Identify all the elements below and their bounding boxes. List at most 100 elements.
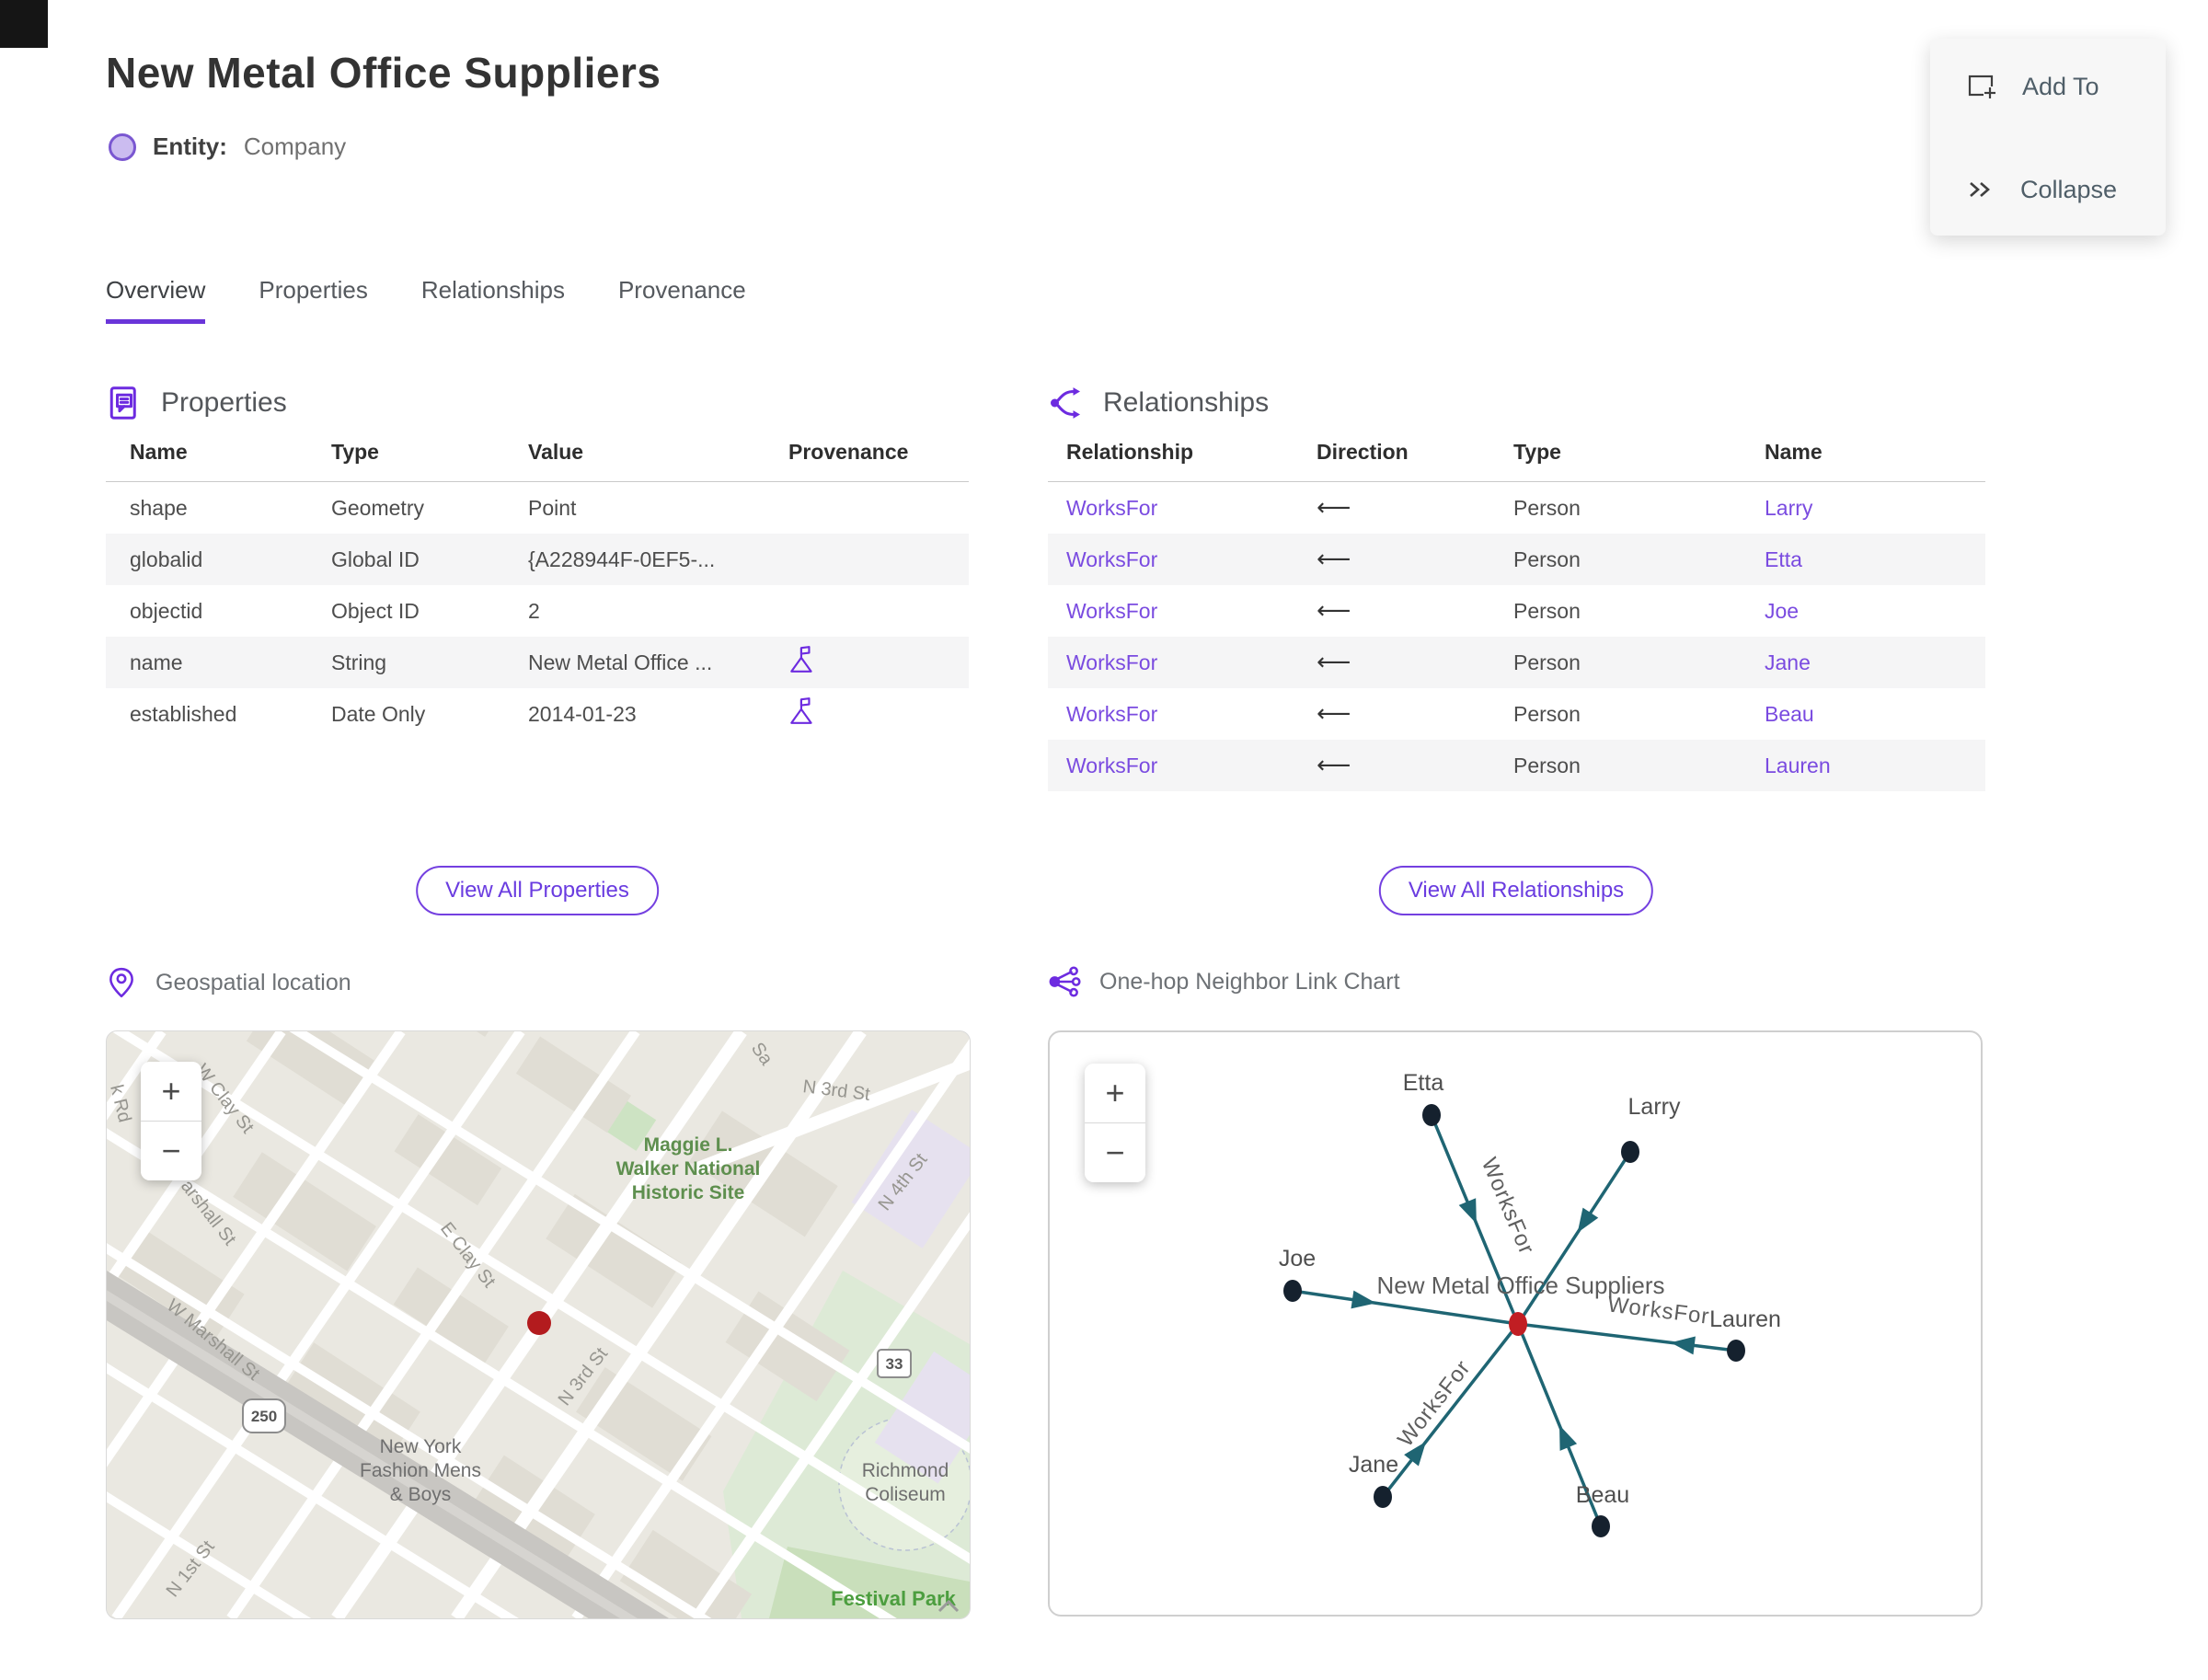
relationships-table: Relationship Direction Type Name WorksFo…: [1048, 440, 1985, 791]
svg-text:Fashion Mens: Fashion Mens: [360, 1460, 481, 1481]
link-chart-icon: [1049, 966, 1081, 997]
relationship-name-link[interactable]: Etta: [1765, 547, 1802, 571]
map-zoom-in-button[interactable]: +: [141, 1062, 201, 1121]
tab-overview[interactable]: Overview: [106, 276, 206, 324]
map-festival-park-label: Festival Park: [831, 1587, 957, 1610]
collapse-button[interactable]: Collapse: [1930, 175, 2166, 204]
relationship-entity-type: Person: [1513, 701, 1581, 726]
relationship-row: WorksFor ⟵ Person Joe: [1048, 585, 1985, 637]
provenance-flag-icon[interactable]: [788, 696, 816, 726]
svg-text:250: 250: [251, 1408, 277, 1425]
svg-text:New York: New York: [380, 1436, 462, 1457]
node-Larry[interactable]: [1621, 1141, 1639, 1163]
chart-zoom-in-button[interactable]: +: [1085, 1064, 1145, 1122]
center-node-label: New Metal Office Suppliers: [1376, 1272, 1664, 1299]
node-Jane[interactable]: [1374, 1486, 1392, 1508]
map-location-marker[interactable]: [527, 1311, 551, 1335]
node-label-Etta: Etta: [1403, 1070, 1444, 1096]
properties-table: Name Type Value Provenance shape Geometry…: [106, 440, 969, 740]
relationship-row: WorksFor ⟵ Person Lauren: [1048, 740, 1985, 791]
node-Joe[interactable]: [1283, 1280, 1302, 1302]
property-value: Point: [528, 495, 577, 520]
svg-text:Walker National: Walker National: [616, 1158, 761, 1179]
node-label-Jane: Jane: [1349, 1452, 1398, 1478]
relationship-type-link[interactable]: WorksFor: [1066, 599, 1157, 623]
node-label-Joe: Joe: [1279, 1246, 1316, 1272]
relationship-entity-type: Person: [1513, 598, 1581, 623]
property-name: globalid: [130, 547, 203, 571]
link-chart-canvas: WorksForWorksForWorksForEttaLarryJoeLaur…: [1279, 1070, 1781, 1537]
edge-arrowhead-icon: [1458, 1198, 1477, 1225]
center-node[interactable]: [1509, 1312, 1527, 1336]
provenance-flag-icon[interactable]: [788, 645, 816, 674]
property-name: shape: [130, 495, 188, 520]
view-all-properties-button[interactable]: View All Properties: [416, 866, 659, 915]
property-value: 2: [528, 598, 540, 623]
node-Etta[interactable]: [1422, 1104, 1441, 1126]
svg-text:& Boys: & Boys: [390, 1484, 452, 1505]
relationship-name-link[interactable]: Joe: [1765, 599, 1799, 623]
tab-provenance[interactable]: Provenance: [618, 276, 746, 324]
link-chart[interactable]: WorksFor WorksFor WorksFor Etta Larry Joe Laur…: [1048, 1030, 1983, 1617]
direction-arrow-icon: ⟵: [1317, 700, 1351, 728]
entity-badge: Entity: Company: [109, 132, 346, 161]
tab-properties[interactable]: Properties: [259, 276, 368, 324]
direction-arrow-icon: ⟵: [1317, 546, 1351, 573]
properties-section-header: Properties: [106, 385, 287, 421]
map-shield-33: 33: [877, 1349, 912, 1378]
relationships-section-header: Relationships: [1048, 385, 1269, 421]
node-Lauren[interactable]: [1727, 1340, 1745, 1362]
properties-col-name: Name: [106, 440, 307, 482]
property-type: Object ID: [331, 598, 420, 623]
property-value: New Metal Office ...: [528, 650, 713, 674]
view-all-relationships-button[interactable]: View All Relationships: [1378, 866, 1654, 915]
property-provenance: [765, 534, 969, 585]
relationship-name-link[interactable]: Lauren: [1765, 754, 1831, 777]
chart-zoom-control: + −: [1085, 1064, 1145, 1182]
add-to-button[interactable]: Add To: [1930, 70, 2166, 103]
chart-zoom-out-button[interactable]: −: [1085, 1123, 1145, 1182]
edge-Jane[interactable]: [1381, 1322, 1520, 1499]
geospatial-header: Geospatial location: [106, 966, 351, 999]
relationship-type-link[interactable]: WorksFor: [1066, 496, 1157, 520]
relationship-name-link[interactable]: Jane: [1765, 650, 1811, 674]
properties-col-provenance: Provenance: [765, 440, 969, 482]
relationship-entity-type: Person: [1513, 753, 1581, 777]
property-row: established Date Only 2014-01-23: [106, 688, 969, 740]
map-canvas: k Rd W Clay St Sa N 3rd St N 4th St arsh…: [107, 1031, 970, 1618]
edge-arrowhead-icon: [1559, 1425, 1578, 1451]
relationship-row: WorksFor ⟵ Person Larry: [1048, 482, 1985, 535]
edge-arrowhead-icon: [1577, 1207, 1599, 1233]
property-type: Date Only: [331, 701, 426, 726]
map-pin-icon: [109, 967, 133, 998]
map-zoom-out-button[interactable]: −: [141, 1122, 201, 1180]
properties-col-type: Type: [307, 440, 504, 482]
property-provenance: [765, 585, 969, 637]
map[interactable]: k Rd W Clay St Sa N 3rd St N 4th St arsh…: [106, 1030, 971, 1619]
relationship-name-link[interactable]: Beau: [1765, 702, 1814, 726]
tab-relationships[interactable]: Relationships: [421, 276, 565, 324]
svg-text:Maggie L.: Maggie L.: [644, 1134, 733, 1156]
relationships-icon: [1051, 387, 1080, 419]
svg-text:Richmond: Richmond: [862, 1460, 949, 1481]
node-label-Lauren: Lauren: [1709, 1306, 1781, 1332]
direction-arrow-icon: ⟵: [1317, 649, 1351, 676]
relationship-type-link[interactable]: WorksFor: [1066, 547, 1157, 571]
svg-text:33: 33: [886, 1355, 903, 1373]
relationship-row: WorksFor ⟵ Person Etta: [1048, 534, 1985, 585]
relationship-type-link[interactable]: WorksFor: [1066, 754, 1157, 777]
relationship-type-link[interactable]: WorksFor: [1066, 650, 1157, 674]
linkchart-header: One-hop Neighbor Link Chart: [1048, 966, 1400, 997]
property-name: established: [130, 701, 237, 726]
relationship-type-link[interactable]: WorksFor: [1066, 702, 1157, 726]
relationship-name-link[interactable]: Larry: [1765, 496, 1812, 520]
property-value: 2014-01-23: [528, 701, 637, 726]
add-to-icon: [1968, 75, 1998, 101]
property-row: name String New Metal Office ...: [106, 637, 969, 688]
property-type: Geometry: [331, 495, 424, 520]
map-shield-250: 250: [242, 1398, 286, 1433]
node-Beau[interactable]: [1592, 1515, 1610, 1537]
property-name: objectid: [130, 598, 203, 623]
relationship-entity-type: Person: [1513, 650, 1581, 674]
properties-section-title: Properties: [161, 387, 287, 418]
